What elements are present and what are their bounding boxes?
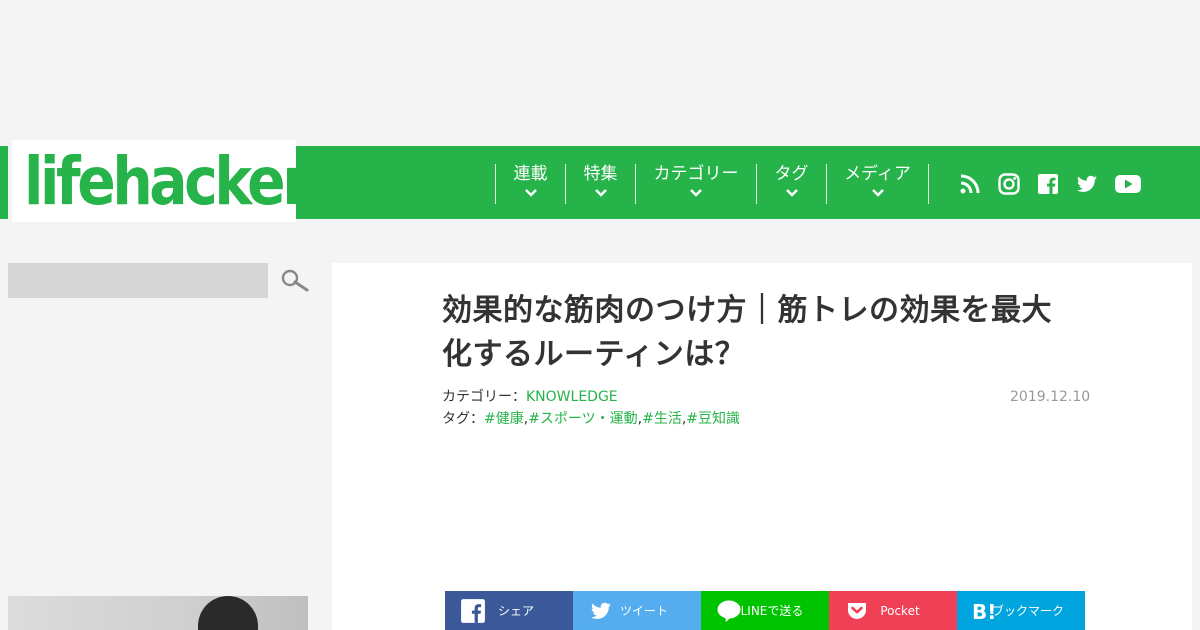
rss-icon[interactable]: [958, 172, 982, 196]
nav-label: タグ: [774, 164, 809, 184]
share-label: ブックマーク: [991, 604, 1064, 618]
nav-item-series[interactable]: 連載: [495, 164, 565, 204]
nav-label: カテゴリー: [653, 164, 739, 184]
tag-link[interactable]: #生活: [642, 411, 682, 427]
nav-label: 連載: [513, 164, 548, 184]
search-input[interactable]: [8, 263, 268, 298]
article-category: カテゴリー：KNOWLEDGE: [442, 386, 618, 406]
chevron-down-icon: [871, 189, 884, 197]
twitter-icon[interactable]: [1075, 172, 1099, 196]
facebook-icon: [459, 597, 487, 625]
tag-link[interactable]: #豆知識: [686, 411, 740, 427]
chevron-down-icon: [785, 189, 798, 197]
main-nav: 連載 特集 カテゴリー タグ メディア: [296, 146, 1200, 219]
category-link[interactable]: KNOWLEDGE: [526, 389, 618, 405]
share-bar: シェア ツイート LINEで送る Pocket B! ブックマーク: [445, 591, 1085, 630]
tag-link[interactable]: #健康: [484, 411, 524, 427]
share-twitter-button[interactable]: ツイート: [573, 591, 701, 630]
pocket-icon: [843, 597, 871, 625]
category-prefix: カテゴリー：: [442, 389, 526, 405]
youtube-icon[interactable]: [1114, 172, 1142, 196]
share-label: ツイート: [619, 604, 668, 618]
sidebar-article-thumbnail[interactable]: [8, 596, 308, 630]
nav-item-tags[interactable]: タグ: [756, 164, 826, 204]
article-main: 効果的な筋肉のつけ方｜筋トレの効果を最大化するルーティンは？ カテゴリー：KNO…: [332, 263, 1192, 630]
share-label: Pocket: [880, 603, 920, 618]
share-pocket-button[interactable]: Pocket: [829, 591, 957, 630]
tag-link[interactable]: #スポーツ・運動: [528, 411, 637, 427]
twitter-icon: [587, 597, 615, 625]
nav-divider: [928, 164, 929, 204]
thumbnail-photo-detail: [198, 596, 258, 630]
tags-prefix: タグ：: [442, 411, 484, 427]
chevron-down-icon: [594, 189, 607, 197]
nav-label: 特集: [583, 164, 618, 184]
nav-item-category[interactable]: カテゴリー: [635, 164, 756, 204]
search-icon[interactable]: [280, 268, 310, 294]
share-label: シェア: [497, 604, 534, 618]
hatena-bookmark-icon: B!: [971, 597, 999, 625]
logo-text: lifehacker: [24, 143, 310, 220]
line-icon: [715, 597, 743, 625]
facebook-icon[interactable]: [1036, 172, 1060, 196]
nav-item-media[interactable]: メディア: [826, 164, 928, 204]
logo-accent-bar: [0, 146, 8, 219]
article-title: 効果的な筋肉のつけ方｜筋トレの効果を最大化するルーティンは？: [442, 293, 1052, 372]
share-hatena-button[interactable]: B! ブックマーク: [957, 591, 1085, 630]
share-facebook-button[interactable]: シェア: [445, 591, 573, 630]
share-label: LINEで送る: [740, 604, 804, 618]
site-logo[interactable]: lifehacker: [12, 140, 310, 222]
nav-item-features[interactable]: 特集: [565, 164, 635, 204]
chevron-down-icon: [524, 189, 537, 197]
share-line-button[interactable]: LINEで送る: [701, 591, 829, 630]
svg-text:B!: B!: [972, 600, 996, 623]
nav-label: メディア: [844, 164, 911, 184]
chevron-down-icon: [690, 189, 702, 197]
article-date: 2019.12.10: [1010, 389, 1091, 405]
article-tags: タグ：#健康,#スポーツ・運動,#生活,#豆知識: [442, 411, 741, 427]
instagram-icon[interactable]: [997, 172, 1021, 196]
